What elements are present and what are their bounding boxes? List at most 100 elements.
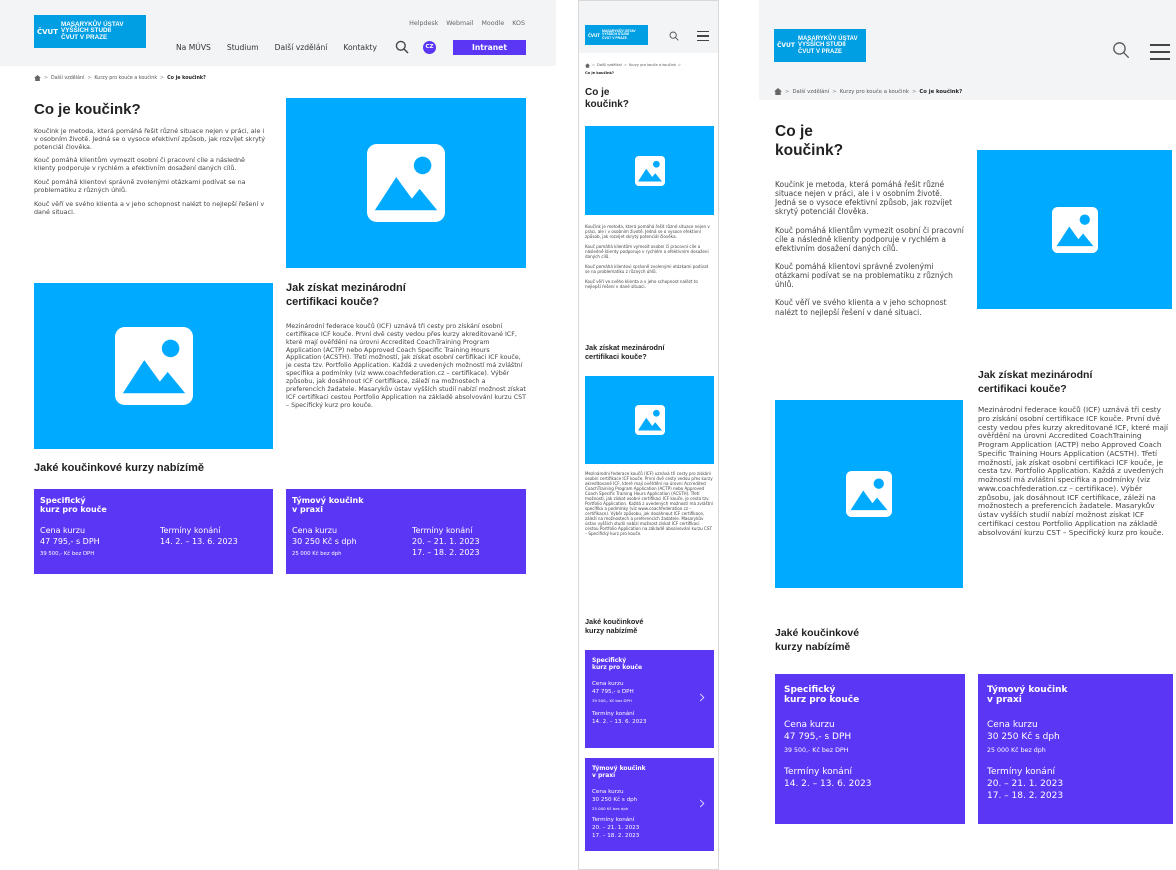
breadcrumb-separator: > (44, 75, 49, 81)
intranet-button[interactable]: Intranet (453, 40, 526, 55)
courses-heading: Jaké koučinkové kurzy nabízímě (775, 627, 859, 654)
breadcrumb-item[interactable]: Další vzdělání (51, 76, 84, 81)
price-label: Cena kurzu (40, 526, 86, 535)
heading-line: Jaké koučinkové (585, 617, 644, 626)
desktop-frame: ČVUT Masarykův ústav vyšších studií ČVUT… (0, 0, 556, 870)
heading-line: Jaké koučinkové (775, 627, 860, 639)
breadcrumb-separator: > (623, 63, 627, 67)
dates-label: Termíny konání (592, 817, 635, 823)
nav-item-kontakty[interactable]: Kontakty (343, 43, 377, 52)
logo-line-3: ČVUT v Praze (61, 33, 108, 41)
breadcrumb-separator: > (160, 75, 165, 81)
home-icon[interactable] (34, 75, 41, 81)
tablet-frame: ČVUT Masarykův ústav vyšších studií ČVUT… (759, 0, 1176, 870)
intro-paragraph-3: Kouč pomáhá klientovi správně zvolenými … (585, 263, 709, 274)
hamburger-menu-icon[interactable] (697, 31, 709, 42)
course-title: v praxi (987, 695, 1022, 706)
breadcrumb-separator: > (911, 88, 917, 95)
breadcrumb-item[interactable]: Kurzy pro kouče a koučink (94, 76, 157, 81)
course-title: v praxi (592, 771, 616, 779)
dates-label: Termíny konání (412, 526, 473, 535)
course-title: v praxi (292, 504, 323, 514)
intro-text: Koučink je metoda, která pomáhá řešit rů… (585, 224, 714, 289)
home-icon[interactable] (774, 88, 782, 95)
price-without-vat: 25 000 Kč bez dph (987, 747, 1046, 754)
course-title: Týmový koučink (987, 685, 1068, 695)
certification-image (775, 400, 963, 588)
crest-icon: ČVUT (588, 32, 601, 38)
utility-link-webmail[interactable]: Webmail (446, 20, 473, 27)
site-logo[interactable]: ČVUT Masarykův ústav vyšších studií ČVUT… (34, 15, 146, 48)
intro-paragraph-1: Koučink je metoda, která pomáhá řešit rů… (34, 127, 266, 151)
page-title: Co je koučink? (34, 101, 141, 118)
crest-icon: ČVUT (777, 42, 796, 49)
home-icon[interactable] (585, 62, 590, 68)
courses-heading: Jaké koučinkové kurzy nabízímě (34, 462, 204, 474)
intro-text: Koučink je metoda, která pomáhá řešit rů… (34, 127, 266, 216)
hamburger-menu-icon[interactable] (1150, 44, 1170, 60)
intro-paragraph-2: Kouč pomáhá klientům vymezit osobní či p… (775, 225, 964, 253)
page-title: Co je koučink? (585, 87, 629, 110)
breadcrumb-separator: > (87, 75, 92, 81)
course-card-team[interactable]: Týmový koučink v praxi Cena kurzu 30 250… (585, 758, 714, 851)
intro-paragraph-3: Kouč pomáhá klientovi správně zvolenými … (34, 178, 246, 194)
nav-item-dalsi-vzdelani[interactable]: Další vzdělání (275, 43, 328, 52)
certification-text: Mezinárodní federace koučů (ICF) uznává … (286, 323, 526, 409)
language-switch[interactable]: CZ (423, 41, 436, 54)
image-placeholder-icon (114, 327, 193, 405)
course-title: Specifický (784, 685, 836, 695)
course-date: 17. – 18. 2. 2023 (987, 791, 1064, 801)
course-card-team[interactable]: Týmový koučink v praxi Cena kurzu 30 250… (978, 674, 1173, 824)
price-label: Cena kurzu (784, 720, 835, 730)
breadcrumb-item[interactable]: Kurzy pro kouče a koučink (629, 62, 676, 68)
intro-paragraph-3: Kouč pomáhá klientovi správně zvolenými … (775, 261, 953, 290)
breadcrumb-item[interactable]: Další vzdělání (597, 62, 622, 68)
utility-link-kos[interactable]: KOS (512, 20, 525, 27)
image-placeholder-icon (1051, 206, 1098, 253)
breadcrumb-separator: > (677, 63, 681, 67)
course-date: 14. 2. – 13. 6. 2023 (160, 537, 238, 546)
price-without-vat: 25 000 Kč bez dph (592, 806, 629, 811)
course-card-team[interactable]: Týmový koučink v praxi Cena kurzu 30 250… (286, 489, 526, 574)
heading-line: kurzy nabízímě (775, 640, 851, 653)
heading-line: Jak získat mezinárodní (978, 369, 1093, 381)
price-without-vat: 25 000 Kč bez dph (292, 551, 342, 557)
search-icon[interactable] (1112, 41, 1130, 59)
search-icon[interactable] (395, 40, 409, 54)
breadcrumb-item[interactable]: Kurzy pro kouče a koučink (840, 89, 909, 95)
image-placeholder-icon (634, 405, 665, 435)
utility-link-helpdesk[interactable]: Helpdesk (409, 20, 438, 27)
search-icon[interactable] (669, 31, 679, 41)
nav-item-studium[interactable]: Studium (227, 43, 259, 52)
price-without-vat: 39 500,- Kč bez DPH (40, 551, 95, 557)
site-logo[interactable]: ČVUT Masarykův ústav vyšších studií ČVUT… (585, 25, 648, 45)
breadcrumb: > Další vzdělání > Kurzy pro kouče a kou… (774, 88, 962, 95)
dates-label: Termíny konání (160, 526, 221, 535)
intro-paragraph-4: Kouč věří ve svého klienta a v jeho scho… (775, 298, 947, 317)
logo-line-3: ČVUT v Praze (602, 35, 627, 40)
course-card-specific[interactable]: Specifický kurz pro kouče Cena kurzu 47 … (775, 674, 965, 824)
breadcrumb-item[interactable]: Další vzdělání (792, 89, 829, 95)
intro-text: Koučink je metoda, která pomáhá řešit rů… (775, 180, 965, 317)
course-card-specific[interactable]: Specifický kurz pro kouče Cena kurzu 47 … (585, 650, 714, 748)
image-placeholder-icon (634, 155, 665, 186)
dates-label: Termíny konání (987, 767, 1056, 777)
course-card-specific[interactable]: Specifický kurz pro kouče Cena kurzu 47 … (34, 489, 273, 574)
courses-heading: Jaké koučinkové kurzy nabízímě (585, 617, 643, 636)
site-logo[interactable]: ČVUT Masarykův ústav vyšších studií ČVUT… (774, 29, 866, 62)
title-line: Co je (775, 123, 813, 140)
image-placeholder-icon (846, 471, 892, 517)
nav-item-na-muvs[interactable]: Na MÚVS (176, 43, 211, 52)
price-label: Cena kurzu (592, 789, 624, 795)
certification-heading: Jak získat mezinárodní certifikaci kouče… (978, 369, 1092, 396)
breadcrumb: > Další vzdělání > Kurzy pro kouče a kou… (585, 62, 705, 76)
course-date: 20. – 21. 1. 2023 (412, 537, 480, 546)
title-line: Co je (585, 87, 610, 98)
image-placeholder-icon (367, 144, 445, 222)
certification-image (34, 283, 273, 449)
utility-link-moodle[interactable]: Moodle (481, 20, 504, 27)
price-value: 30 250 Kč s dph (592, 797, 638, 803)
breadcrumb-separator: > (785, 88, 790, 95)
page-title: Co je koučink? (775, 122, 843, 161)
price-value: 30 250 Kč s dph (987, 732, 1060, 742)
